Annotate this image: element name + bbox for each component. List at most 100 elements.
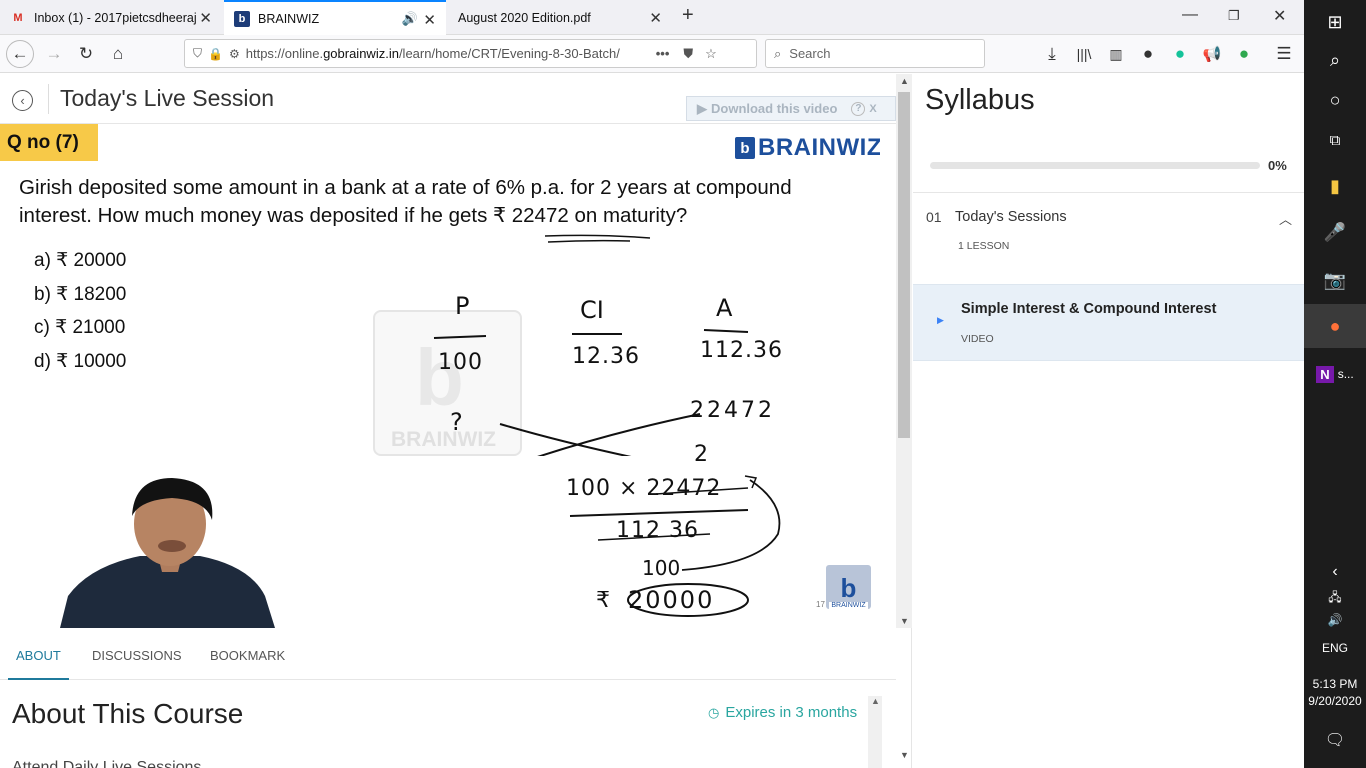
back-icon[interactable]: ← [6, 40, 34, 68]
hw-ci: CI [580, 296, 604, 324]
new-tab-icon[interactable]: + [682, 4, 694, 27]
page-scroll-down-icon[interactable]: ▼ [900, 750, 909, 760]
close-icon[interactable]: X [869, 103, 876, 115]
question-line: interest. How much money was deposited i… [19, 204, 688, 227]
url-bar[interactable]: ⛉ 🔒 ⚙ https://online.gobrainwiz.in/learn… [184, 39, 757, 68]
option-d: d) ₹ 10000 [34, 350, 127, 372]
hw-p-value: 100 [438, 350, 483, 375]
speaker-icon[interactable]: 🔊 [402, 11, 418, 27]
back-circle-icon[interactable]: ‹ [12, 90, 33, 111]
lesson-type: VIDEO [961, 333, 994, 345]
presenter-video [60, 478, 275, 628]
hw-calc-denominator: 112 36 [616, 518, 699, 543]
session-header: ‹ Today's Live Session ▶ Download this v… [0, 74, 896, 124]
task-view-icon[interactable]: ⧉ [1304, 118, 1366, 162]
question-number-badge: Q no (7) [0, 124, 98, 161]
permissions-icon[interactable]: ⚙ [229, 47, 240, 61]
question-text: Girish deposited some amount in a bank a… [19, 174, 792, 230]
help-icon[interactable]: ? [851, 101, 866, 116]
video-player[interactable]: Q no (7) b BRAINWIZ Girish deposited som… [0, 124, 880, 628]
search-placeholder: Search [789, 46, 831, 61]
search-input[interactable]: ⌕ Search [765, 39, 985, 68]
lesson-item[interactable]: ▶ Simple Interest & Compound Interest VI… [913, 284, 1304, 361]
shield-icon[interactable]: ⛉ [193, 46, 202, 61]
close-tab-icon[interactable]: ✕ [199, 9, 212, 27]
download-label: Download this video [711, 101, 838, 116]
download-icon[interactable]: ⤓ [1038, 40, 1066, 68]
close-tab-icon[interactable]: ✕ [649, 9, 662, 27]
syllabus-panel: Syllabus 0% 01 Today's Sessions 1 LESSON… [913, 74, 1304, 768]
corner-logo-mark: b [840, 573, 857, 603]
scroll-thumb[interactable] [898, 92, 910, 438]
watermark-text: BRAINWIZ [391, 428, 496, 451]
chevron-up-icon[interactable]: ︿ [1279, 209, 1292, 228]
forward-icon[interactable]: → [40, 40, 68, 68]
option-a: a) ₹ 20000 [34, 250, 127, 271]
download-video-button[interactable]: ▶ Download this video ? X [686, 96, 896, 121]
sidebar-icon[interactable]: ▥ [1102, 40, 1130, 68]
tab-label: Inbox (1) - 2017pietcsdheeraj03 [34, 10, 196, 25]
tab-about[interactable]: ABOUT [8, 642, 69, 680]
reload-icon[interactable]: ↻ [72, 40, 100, 68]
notifications-icon[interactable]: 🗨 [1304, 718, 1366, 762]
search-icon[interactable]: ⌕ [1304, 38, 1366, 82]
syllabus-progress-bar [930, 162, 1260, 169]
minimize-icon[interactable]: — [1182, 6, 1198, 24]
windows-taskbar: ⊞ ⌕ ○ ⧉ ▮ 🎤 📷 ● N s... ‹ 🖧 🔊 ENG 5:13 PM… [1304, 0, 1366, 768]
lesson-title: Simple Interest & Compound Interest [961, 301, 1217, 317]
section-todays-sessions[interactable]: 01 Today's Sessions 1 LESSON ︿ [913, 193, 1304, 283]
account-icon[interactable]: ● [1134, 40, 1162, 68]
syllabus-title: Syllabus [925, 84, 1035, 116]
tab-label: August 2020 Edition.pdf [458, 10, 591, 25]
close-window-icon[interactable]: ✕ [1273, 6, 1286, 26]
gmail-icon: M [13, 11, 23, 24]
tab-discussions[interactable]: DISCUSSIONS [92, 648, 182, 663]
restore-icon[interactable]: ❐ [1228, 8, 1240, 24]
file-explorer-icon[interactable]: ▮ [1304, 164, 1366, 208]
hw-calc-hundred: 100 [642, 556, 681, 580]
option-b: b) ₹ 18200 [34, 283, 127, 305]
pocket-icon[interactable]: ⛊ [683, 46, 693, 62]
bookmark-star-icon[interactable]: ☆ [705, 46, 717, 62]
clock-date: 9/20/2020 [1308, 694, 1362, 708]
close-tab-icon[interactable]: ✕ [423, 11, 436, 29]
recorder-icon[interactable]: 🎤 [1304, 210, 1366, 254]
url-prefix: https://online. [245, 46, 324, 61]
home-icon[interactable]: ⌂ [104, 40, 132, 68]
camera-icon[interactable]: 📷 [1304, 258, 1366, 302]
tab-brainwiz[interactable]: b BRAINWIZ 🔊 ✕ [224, 0, 446, 35]
page-content: ‹ Today's Live Session ▶ Download this v… [0, 74, 1304, 768]
section-number: 01 [926, 209, 942, 225]
tab-label: BRAINWIZ [258, 11, 320, 26]
lock-icon[interactable]: 🔒 [208, 47, 223, 61]
menu-icon[interactable]: ☰ [1270, 40, 1298, 68]
clock-icon: ◷ [708, 704, 720, 720]
library-icon[interactable]: |||\ [1070, 40, 1098, 68]
cortana-icon[interactable]: ○ [1304, 78, 1366, 122]
scroll-up-icon[interactable]: ▲ [900, 76, 909, 86]
scroll-up-icon[interactable]: ▲ [871, 696, 880, 706]
url-path: /learn/home/CRT/Evening-8-30-Batch/ [398, 46, 620, 61]
clock-time: 5:13 PM [1312, 677, 1358, 691]
language-indicator[interactable]: ENG [1304, 626, 1366, 670]
firefox-icon[interactable]: ● [1304, 304, 1366, 348]
video-scrollbar[interactable]: ▲ ▼ [896, 74, 912, 628]
extension-icon[interactable]: ● [1230, 40, 1258, 68]
hw-question-mark: ? [450, 408, 463, 436]
content-tabs: ABOUT DISCUSSIONS BOOKMARK [0, 642, 896, 680]
about-scrollbar[interactable]: ▲ [868, 696, 882, 768]
page-actions-icon[interactable]: ••• [656, 46, 670, 61]
clock[interactable]: 5:13 PM 9/20/2020 [1304, 676, 1366, 710]
brainwiz-icon: b [234, 10, 250, 27]
grammarly-icon[interactable]: ● [1166, 40, 1194, 68]
tab-bookmark[interactable]: BOOKMARK [210, 648, 285, 663]
scroll-down-icon[interactable]: ▼ [900, 616, 909, 626]
about-title: About This Course [12, 698, 244, 729]
question-line: Girish deposited some amount in a bank a… [19, 176, 792, 199]
onenote-taskbar-item[interactable]: N s... [1304, 352, 1366, 396]
megaphone-icon[interactable]: 📢 [1198, 40, 1226, 68]
slide-number: 17 [816, 600, 825, 609]
hw-result: 20000 [628, 586, 715, 614]
tab-pdf[interactable]: August 2020 Edition.pdf ✕ [448, 0, 672, 35]
tab-gmail[interactable]: M Inbox (1) - 2017pietcsdheeraj03 ✕ [0, 0, 222, 35]
